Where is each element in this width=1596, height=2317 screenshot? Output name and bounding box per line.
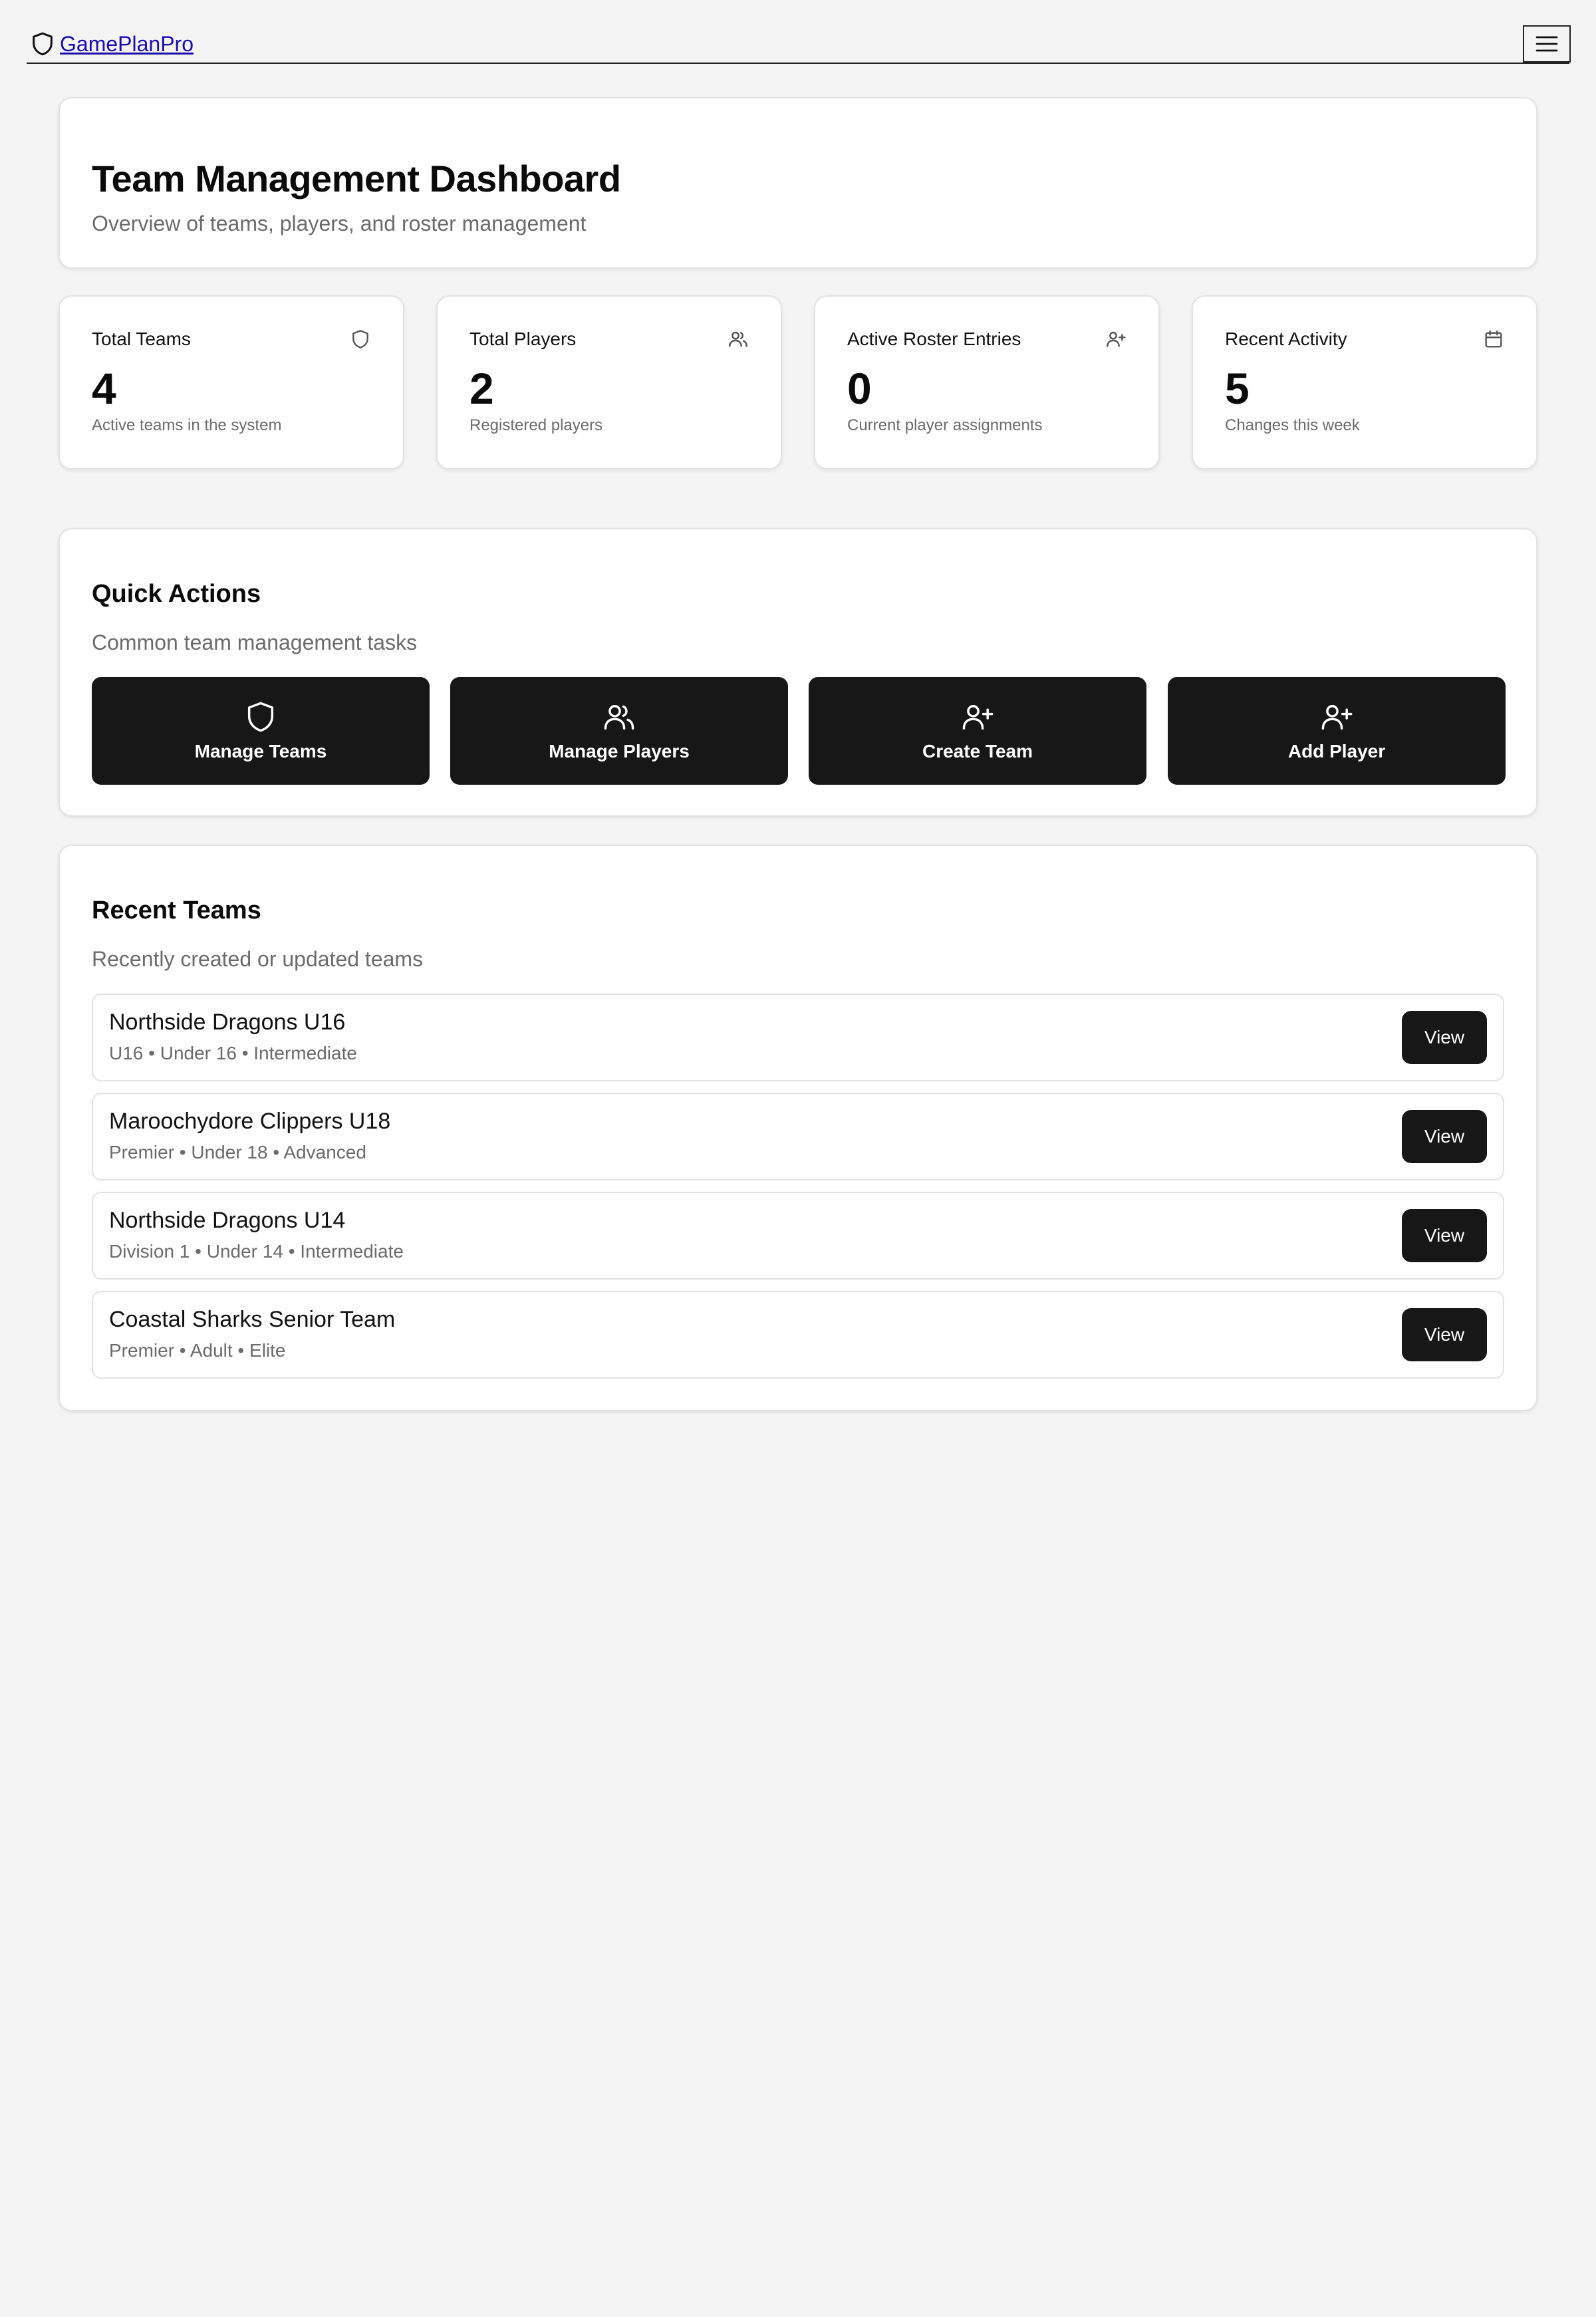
recent-teams-card: Recent Teams Recently created or updated… <box>59 845 1537 1411</box>
view-team-button[interactable]: View <box>1402 1011 1487 1064</box>
team-meta: Premier • Adult • Elite <box>109 1340 286 1361</box>
stat-value: 5 <box>1225 364 1250 413</box>
stat-card-recent-activity: Recent Activity 5 Changes this week <box>1192 295 1537 470</box>
section-title: Quick Actions <box>92 580 261 608</box>
brand: GamePlanPro <box>29 29 194 59</box>
add-player-button[interactable]: Add Player <box>1168 677 1506 785</box>
stat-description: Changes this week <box>1225 416 1360 434</box>
team-row: Maroochydore Clippers U18 Premier • Unde… <box>92 1093 1504 1180</box>
stat-label: Recent Activity <box>1225 329 1347 349</box>
shield-icon <box>352 330 368 348</box>
team-meta: Division 1 • Under 14 • Intermediate <box>109 1241 404 1262</box>
users-icon <box>604 705 634 730</box>
menu-button[interactable] <box>1523 25 1571 63</box>
user-plus-icon <box>1107 331 1126 347</box>
top-nav-bar: GamePlanPro <box>27 25 1571 64</box>
button-label: Create Team <box>922 741 1033 761</box>
stat-value: 4 <box>92 364 116 413</box>
stat-card-total-players: Total Players 2 Registered players <box>436 295 782 470</box>
view-team-button[interactable]: View <box>1402 1308 1487 1361</box>
stat-value: 0 <box>847 364 872 413</box>
page-subtitle: Overview of teams, players, and roster m… <box>92 211 587 235</box>
stat-label: Active Roster Entries <box>847 329 1021 349</box>
user-plus-icon <box>962 705 994 730</box>
stat-card-total-teams: Total Teams 4 Active teams in the system <box>59 295 404 470</box>
shield-icon <box>247 702 274 732</box>
team-row: Northside Dragons U14 Division 1 • Under… <box>92 1192 1504 1280</box>
stat-description: Active teams in the system <box>92 416 282 434</box>
manage-teams-button[interactable]: Manage Teams <box>92 677 430 785</box>
team-row: Coastal Sharks Senior Team Premier • Adu… <box>92 1291 1504 1379</box>
team-name: Northside Dragons U14 <box>109 1208 346 1233</box>
stat-description: Current player assignments <box>847 416 1043 434</box>
brand-link[interactable]: GamePlanPro <box>60 32 194 57</box>
button-label: Manage Players <box>549 741 690 761</box>
section-subtitle: Common team management tasks <box>92 630 418 654</box>
stat-label: Total Teams <box>92 329 191 349</box>
stat-description: Registered players <box>469 416 603 434</box>
stat-label: Total Players <box>469 329 577 349</box>
team-name: Maroochydore Clippers U18 <box>109 1109 391 1134</box>
shield-icon <box>33 32 53 56</box>
page-title: Team Management Dashboard <box>92 158 621 200</box>
stat-card-active-roster: Active Roster Entries 0 Current player a… <box>814 295 1160 470</box>
team-meta: U16 • Under 16 • Intermediate <box>109 1043 357 1063</box>
manage-players-button[interactable]: Manage Players <box>450 677 788 785</box>
hamburger-menu-icon <box>1535 36 1558 52</box>
view-team-button[interactable]: View <box>1402 1110 1487 1163</box>
view-team-button[interactable]: View <box>1402 1209 1487 1262</box>
header-card: Team Management Dashboard Overview of te… <box>59 97 1537 269</box>
team-name: Coastal Sharks Senior Team <box>109 1307 396 1332</box>
button-label: Add Player <box>1287 741 1386 761</box>
section-title: Recent Teams <box>92 896 261 924</box>
team-name: Northside Dragons U16 <box>109 1010 346 1035</box>
button-label: Manage Teams <box>194 741 327 761</box>
users-icon <box>729 331 747 347</box>
calendar-icon <box>1485 330 1502 348</box>
create-team-button[interactable]: Create Team <box>809 677 1146 785</box>
quick-actions-card: Quick Actions Common team management tas… <box>59 528 1537 817</box>
section-subtitle: Recently created or updated teams <box>92 947 424 971</box>
team-meta: Premier • Under 18 • Advanced <box>109 1142 366 1162</box>
team-row: Northside Dragons U16 U16 • Under 16 • I… <box>92 994 1504 1081</box>
user-plus-icon <box>1321 705 1353 730</box>
stat-value: 2 <box>469 364 494 413</box>
